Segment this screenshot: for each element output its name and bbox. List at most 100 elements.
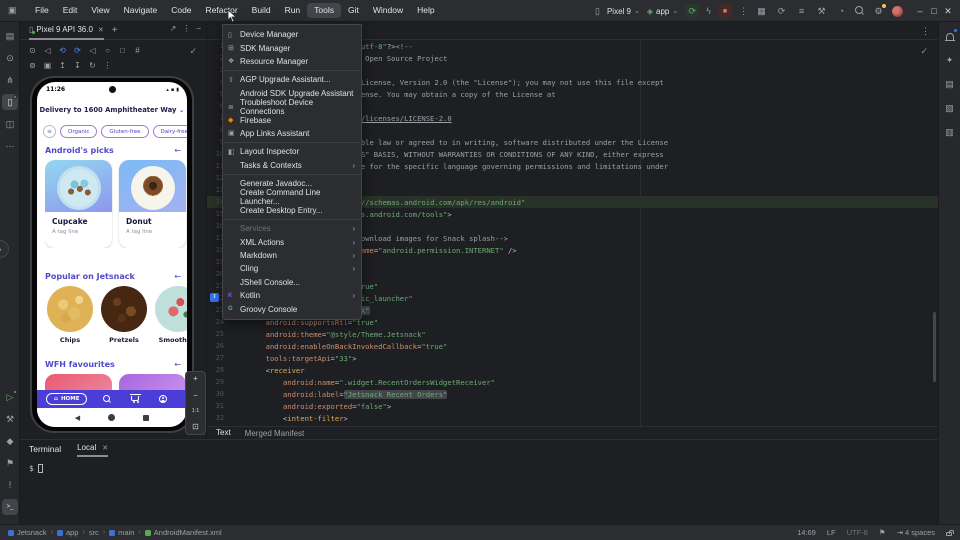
menubar-item-tools[interactable]: Tools [307, 3, 341, 19]
file-encoding[interactable]: UTF-8 [847, 528, 868, 537]
avatar[interactable] [892, 6, 903, 17]
menubar-item-git[interactable]: Git [341, 3, 366, 19]
popular-snack-smoothies[interactable] [155, 286, 187, 332]
screenshot-icon[interactable]: ⊚ [26, 59, 39, 72]
code-line-30[interactable]: 30 android:label="Jetsnack Recent Orders… [207, 388, 938, 400]
code-line-28[interactable]: 28 <receiver [207, 364, 938, 376]
zoom-in-button[interactable]: + [193, 375, 198, 383]
nav-profile-icon[interactable] [159, 395, 167, 403]
indent-setting[interactable]: ⇥ 4 spaces [897, 528, 935, 537]
menu-item-layout-inspector[interactable]: ◧Layout Inspector [223, 145, 361, 158]
popular-snack-chips[interactable] [47, 286, 93, 332]
build-tool-icon[interactable]: ⚒ [2, 411, 18, 427]
menu-item-kotlin[interactable]: KKotlin› [223, 289, 361, 302]
breadcrumb-main[interactable]: main [109, 528, 134, 537]
notifications-icon[interactable] [942, 28, 958, 44]
menu-item-jshell-console[interactable]: JShell Console... [223, 276, 361, 289]
run-tool-icon[interactable]: ▷ [2, 389, 18, 405]
nav-home-button[interactable]: ⌂HOME [46, 393, 87, 405]
nav-search-icon[interactable] [103, 395, 111, 403]
problems-icon[interactable]: ! [2, 477, 18, 493]
code-line-25[interactable]: 25 android:theme="@style/Theme.Jetsnack" [207, 328, 938, 340]
breadcrumb-src[interactable]: src [89, 528, 99, 537]
menubar-item-navigate[interactable]: Navigate [117, 3, 165, 19]
profiler-icon[interactable]: ◔ [835, 5, 848, 18]
inspections-ok-icon[interactable]: ✓ [920, 46, 928, 57]
app-insights-icon[interactable]: ▧ [942, 100, 958, 116]
commit-icon[interactable]: ⊙ [2, 50, 18, 66]
rerun-button[interactable]: ⟳ [685, 4, 699, 18]
caret-position[interactable]: 14:69 [797, 528, 816, 537]
menu-item-xml-actions[interactable]: XML Actions› [223, 235, 361, 248]
readonly-lock-icon[interactable] [946, 532, 952, 536]
run-config-selector[interactable]: ◈ app⌄ [647, 7, 678, 16]
volume-icon[interactable]: ◁ [41, 44, 54, 57]
more-icon[interactable]: ⋮ [101, 59, 114, 72]
breadcrumb-androidmanifest-xml[interactable]: AndroidManifest.xml [145, 528, 222, 537]
app-quality-insights-icon[interactable]: ◆ [2, 433, 18, 449]
fold-icon[interactable]: # [131, 44, 144, 57]
code-line-26[interactable]: 26 android:enableOnBackInvokedCallback="… [207, 340, 938, 352]
menubar-item-window[interactable]: Window [366, 3, 410, 19]
vcs-icon[interactable]: ⚑ [879, 528, 886, 537]
screen-record-icon[interactable]: ▣ [41, 59, 54, 72]
back-icon[interactable]: ◁ [86, 44, 99, 57]
filter-chip-gluten-free[interactable]: Gluten-free [101, 125, 148, 138]
android-home-button[interactable] [108, 414, 115, 421]
pull-requests-icon[interactable]: ⋔ [2, 72, 18, 88]
terminal-tab-local[interactable]: Local✕ [77, 440, 108, 457]
filter-chip-organic[interactable]: Organic [60, 125, 97, 138]
device-selector[interactable]: ▯ Pixel 9⌄ [591, 5, 640, 18]
menu-item-create-command-line-launcher[interactable]: Create Command Line Launcher... [223, 190, 361, 203]
build-icon[interactable]: ⚒ [815, 5, 828, 18]
zoom-fit-button[interactable]: ⊡ [192, 423, 199, 431]
menubar-item-build[interactable]: Build [245, 3, 278, 19]
more-tool-windows-icon[interactable]: ⋯ [2, 138, 18, 154]
layout-validation-icon[interactable]: ▥ [942, 124, 958, 140]
menu-item-troubleshoot-device-connections[interactable]: ≣Troubleshoot Device Connections [223, 100, 361, 113]
open-in-window-icon[interactable]: ↗ [170, 24, 177, 33]
reset-icon[interactable]: ↻ [86, 59, 99, 72]
menu-item-resource-manager[interactable]: ❖Resource Manager [223, 55, 361, 68]
menu-item-cling[interactable]: Cling› [223, 262, 361, 275]
menubar-item-refactor[interactable]: Refactor [199, 3, 245, 19]
snack-card-cupcake[interactable]: CupcakeA tag line [45, 160, 112, 248]
scroll-arrow-icon[interactable]: ← [174, 272, 181, 281]
menu-item-sdk-manager[interactable]: ⊞SDK Manager [223, 41, 361, 54]
code-line-29[interactable]: 29 android:name=".widget.RecentOrdersWid… [207, 376, 938, 388]
delivery-address-selector[interactable]: Delivery to 1600 Amphitheater Way ⌄ [37, 106, 187, 114]
menu-item-agp-upgrade-assistant[interactable]: ⇧AGP Upgrade Assistant... [223, 73, 361, 86]
power-icon[interactable]: ⊙ [26, 44, 39, 57]
code-line-31[interactable]: 31 android:exported="false"> [207, 400, 938, 412]
line-ending[interactable]: LF [827, 528, 836, 537]
menubar-item-file[interactable]: File [28, 3, 56, 19]
search-icon[interactable] [855, 6, 865, 16]
gutter-badge[interactable]: ‖ [210, 293, 219, 302]
menubar-item-view[interactable]: View [84, 3, 116, 19]
device-tab[interactable]: ▯ Pixel 9 API 36.0 ✕ [29, 22, 104, 40]
breadcrumb-jetsnack[interactable]: Jetsnack [8, 528, 47, 537]
code-line-27[interactable]: 27 tools:targetApi="33"> [207, 352, 938, 364]
panel-options-icon[interactable]: ⋮ [182, 24, 190, 33]
menubar-item-run[interactable]: Run [278, 3, 308, 19]
nav-cart-icon[interactable] [131, 396, 139, 401]
structure-icon[interactable]: ◫ [2, 116, 18, 132]
menu-item-markdown[interactable]: Markdown› [223, 249, 361, 262]
settings-icon[interactable]: ⚙ [872, 5, 885, 18]
popular-snack-pretzels[interactable] [101, 286, 147, 332]
logcat-icon[interactable]: ⚑ [2, 455, 18, 471]
menu-item-groovy-console[interactable]: GGroovy Console [223, 302, 361, 315]
more-actions-icon[interactable]: ⋮ [739, 6, 748, 17]
zoom-actual-button[interactable]: 1:1 [192, 409, 200, 415]
build-variants-icon[interactable]: ≡ [795, 5, 808, 18]
close-tab-icon[interactable]: ✕ [102, 444, 108, 452]
menu-item-tasks-contexts[interactable]: Tasks & Contexts› [223, 159, 361, 172]
rotate-left-icon[interactable]: ⟲ [56, 44, 69, 57]
gemini-icon[interactable]: ✦ [942, 52, 958, 68]
menubar-item-code[interactable]: Code [164, 3, 198, 19]
new-device-tab-button[interactable]: + [112, 25, 118, 36]
upload-icon[interactable]: ↥ [56, 59, 69, 72]
running-devices-icon[interactable]: ▯ [2, 94, 18, 110]
menubar-item-edit[interactable]: Edit [56, 3, 85, 19]
download-icon[interactable]: ↧ [71, 59, 84, 72]
